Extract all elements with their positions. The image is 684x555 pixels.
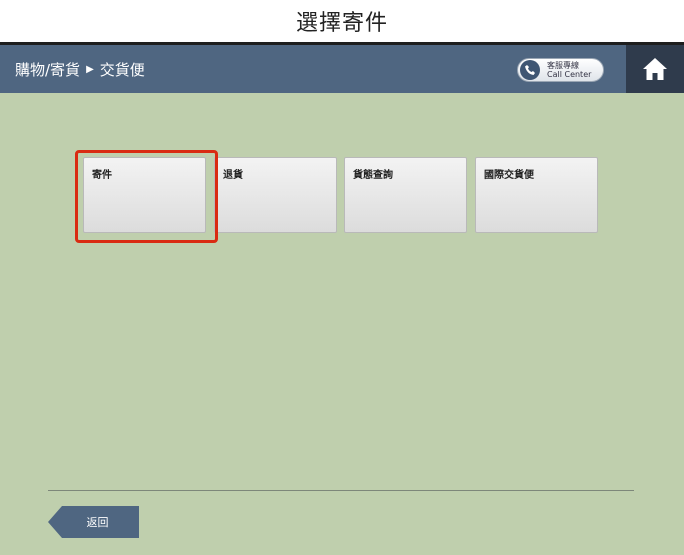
call-center-text: 客服專線 Call Center — [547, 61, 591, 79]
phone-icon — [520, 60, 540, 80]
tile-return-goods[interactable]: 退貨 — [214, 157, 337, 233]
tile-international-delivery[interactable]: 國際交貨便 — [475, 157, 598, 233]
breadcrumb-parent[interactable]: 購物/寄貨 — [15, 59, 80, 80]
tile-send-package[interactable]: 寄件 — [83, 157, 206, 233]
footer-divider — [48, 490, 634, 491]
tile-label: 寄件 — [92, 170, 112, 181]
tile-label: 退貨 — [223, 170, 243, 181]
call-center-en: Call Center — [547, 70, 592, 79]
tile-label: 國際交貨便 — [484, 170, 534, 181]
top-bar: 購物/寄貨 ▶ 交貨便 客服專線 Call Center — [0, 45, 684, 93]
home-button[interactable] — [626, 45, 684, 93]
call-center-button[interactable]: 客服專線 Call Center — [517, 58, 604, 82]
tile-tracking-query[interactable]: 貨態查詢 — [344, 157, 467, 233]
call-center-zh: 客服專線 — [547, 61, 579, 70]
back-button-label: 返回 — [86, 516, 109, 529]
home-icon — [643, 58, 667, 80]
instruction-caption: 選擇寄件 — [295, 11, 388, 36]
breadcrumb-arrow-icon: ▶ — [86, 63, 94, 75]
kiosk-screen: 購物/寄貨 ▶ 交貨便 客服專線 Call Center 寄件 退貨 貨態查詢 … — [0, 42, 684, 555]
breadcrumb-current: 交貨便 — [99, 60, 145, 79]
back-button[interactable]: 返回 — [48, 506, 139, 538]
tile-label: 貨態查詢 — [353, 170, 393, 181]
breadcrumb: 購物/寄貨 ▶ 交貨便 — [15, 45, 145, 93]
